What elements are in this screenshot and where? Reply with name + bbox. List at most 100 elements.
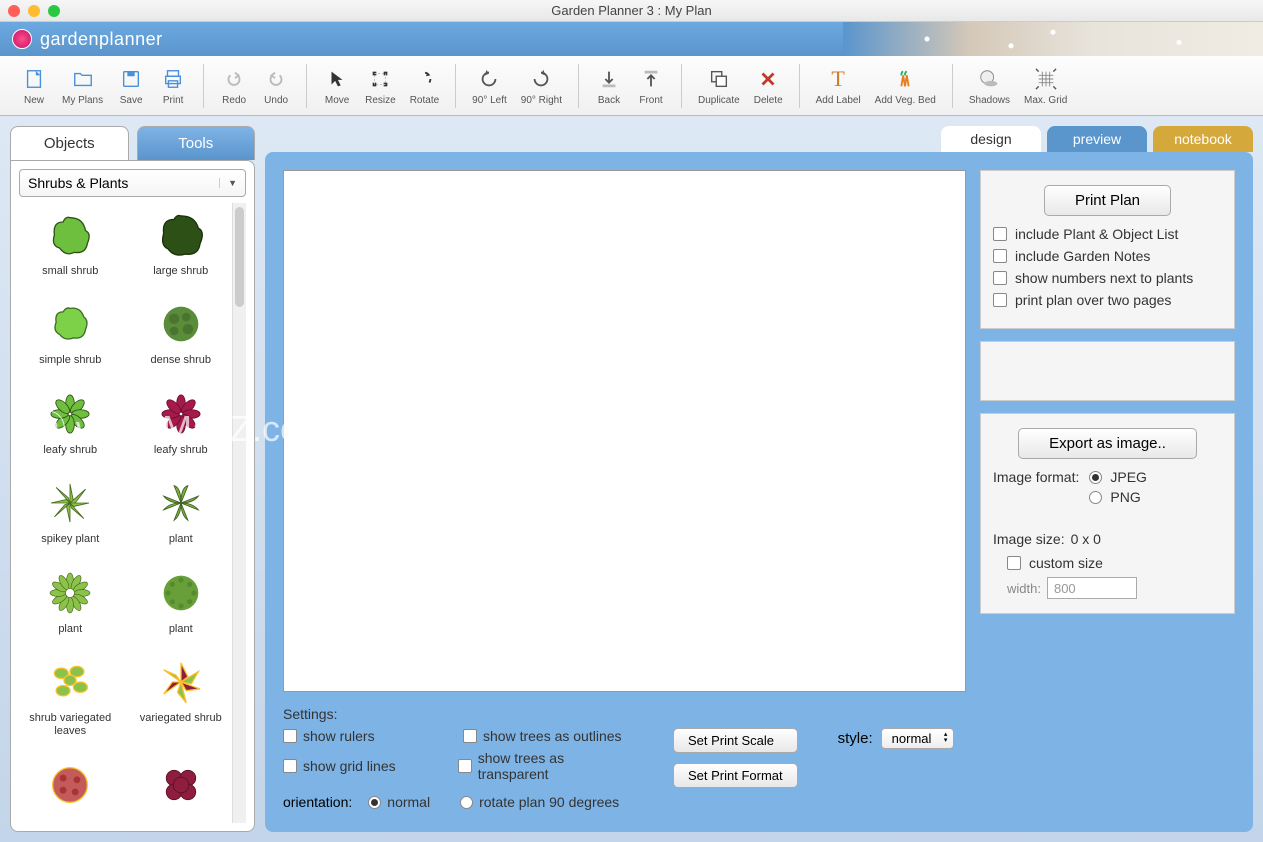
object-item[interactable]	[19, 753, 122, 823]
object-item[interactable]: leafy shrub	[19, 382, 122, 467]
object-item[interactable]	[130, 753, 233, 823]
rotate-button[interactable]: Rotate	[406, 63, 443, 108]
move-button[interactable]: Move	[319, 63, 355, 108]
object-label: leafy shrub	[154, 444, 208, 457]
object-label: plant	[169, 533, 193, 546]
settings-title: Settings:	[283, 706, 966, 722]
brand-bar: gardenplanner	[0, 22, 1263, 56]
add-veg-bed-button[interactable]: Add Veg. Bed	[871, 63, 940, 108]
object-label: simple shrub	[39, 354, 101, 367]
app-name: gardenplanner	[40, 29, 163, 50]
undo-button[interactable]: Undo	[258, 63, 294, 108]
plant-icon	[153, 475, 209, 531]
max-grid-button[interactable]: Max. Grid	[1020, 63, 1071, 108]
save-button[interactable]: Save	[113, 63, 149, 108]
object-item[interactable]: large shrub	[130, 203, 233, 288]
show-grid-checkbox[interactable]	[283, 759, 297, 773]
object-label: spikey plant	[41, 533, 99, 546]
my-plans-button[interactable]: My Plans	[58, 63, 107, 108]
main-toolbar: New My Plans Save Print Redo Undo Move R…	[0, 56, 1263, 116]
two-pages-checkbox[interactable]	[993, 293, 1007, 307]
plant-icon	[42, 757, 98, 813]
app-logo-icon	[12, 29, 32, 49]
duplicate-button[interactable]: Duplicate	[694, 63, 744, 108]
trees-transparent-checkbox[interactable]	[458, 759, 472, 773]
object-item[interactable]: plant	[19, 561, 122, 646]
object-item[interactable]: spikey plant	[19, 471, 122, 556]
new-button[interactable]: New	[16, 63, 52, 108]
redo-button[interactable]: Redo	[216, 63, 252, 108]
tab-notebook[interactable]: notebook	[1153, 126, 1253, 152]
window-title: Garden Planner 3 : My Plan	[0, 3, 1263, 18]
plant-icon	[153, 757, 209, 813]
category-dropdown[interactable]: Shrubs & Plants	[19, 169, 246, 197]
show-rulers-checkbox[interactable]	[283, 729, 297, 743]
object-label: shrub variegated leaves	[19, 712, 122, 738]
include-plant-list-checkbox[interactable]	[993, 227, 1007, 241]
object-label: small shrub	[42, 265, 98, 278]
format-jpeg-radio[interactable]	[1089, 471, 1102, 484]
object-item[interactable]: plant	[130, 471, 233, 556]
show-numbers-checkbox[interactable]	[993, 271, 1007, 285]
object-label: plant	[58, 623, 82, 636]
shadows-button[interactable]: Shadows	[965, 63, 1014, 108]
export-image-button[interactable]: Export as image..	[1018, 428, 1197, 459]
add-label-button[interactable]: TAdd Label	[812, 63, 865, 108]
tab-objects[interactable]: Objects	[10, 126, 129, 160]
object-item[interactable]: leafy shrub	[130, 382, 233, 467]
image-size-value: 0 x 0	[1071, 531, 1101, 547]
object-label: dense shrub	[150, 354, 211, 367]
send-back-button[interactable]: Back	[591, 63, 627, 108]
object-item[interactable]: small shrub	[19, 203, 122, 288]
custom-size-checkbox[interactable]	[1007, 556, 1021, 570]
settings-panel: Settings: show rulers show trees as outl…	[283, 702, 966, 814]
plant-icon	[153, 296, 209, 352]
plant-icon	[42, 654, 98, 710]
tab-design[interactable]: design	[941, 126, 1041, 152]
resize-button[interactable]: Resize	[361, 63, 400, 108]
print-plan-button[interactable]: Print Plan	[1044, 185, 1171, 216]
object-label: large shrub	[153, 265, 208, 278]
sidebar: Objects Tools Shrubs & Plants small shru…	[10, 126, 255, 832]
plant-icon	[42, 475, 98, 531]
window-title-bar: Garden Planner 3 : My Plan	[0, 0, 1263, 22]
tab-preview[interactable]: preview	[1047, 126, 1147, 152]
object-item[interactable]: simple shrub	[19, 292, 122, 377]
object-item[interactable]: shrub variegated leaves	[19, 650, 122, 749]
plant-icon	[153, 565, 209, 621]
orientation-rotate-radio[interactable]	[460, 796, 473, 809]
rotate-left-button[interactable]: 90° Left	[468, 63, 511, 108]
bring-front-button[interactable]: Front	[633, 63, 669, 108]
rotate-right-button[interactable]: 90° Right	[517, 63, 566, 108]
plant-icon	[153, 386, 209, 442]
tab-tools[interactable]: Tools	[137, 126, 256, 160]
object-item[interactable]: dense shrub	[130, 292, 233, 377]
style-select[interactable]: normal	[881, 728, 955, 749]
include-notes-checkbox[interactable]	[993, 249, 1007, 263]
object-scrollbar[interactable]	[232, 203, 246, 823]
orientation-normal-radio[interactable]	[368, 796, 381, 809]
print-button[interactable]: Print	[155, 63, 191, 108]
object-item[interactable]: variegated shrub	[130, 650, 233, 749]
plant-icon	[42, 565, 98, 621]
object-label: plant	[169, 623, 193, 636]
export-panel: Export as image.. Image format: JPEG PNG…	[980, 413, 1235, 614]
plant-icon	[153, 654, 209, 710]
object-label: variegated shrub	[140, 712, 222, 725]
set-print-scale-button[interactable]: Set Print Scale	[673, 728, 798, 753]
object-label: leafy shrub	[43, 444, 97, 457]
object-item[interactable]: plant	[130, 561, 233, 646]
set-print-format-button[interactable]: Set Print Format	[673, 763, 798, 788]
trees-outlines-checkbox[interactable]	[463, 729, 477, 743]
print-panel: Print Plan include Plant & Object List i…	[980, 170, 1235, 329]
plant-icon	[153, 207, 209, 263]
format-png-radio[interactable]	[1089, 491, 1102, 504]
plant-icon	[42, 386, 98, 442]
plant-icon	[42, 207, 98, 263]
plant-icon	[42, 296, 98, 352]
spacer-panel	[980, 341, 1235, 401]
delete-button[interactable]: Delete	[750, 63, 787, 108]
width-input[interactable]	[1047, 577, 1137, 599]
header-decoration	[843, 22, 1263, 56]
preview-canvas	[283, 170, 966, 692]
